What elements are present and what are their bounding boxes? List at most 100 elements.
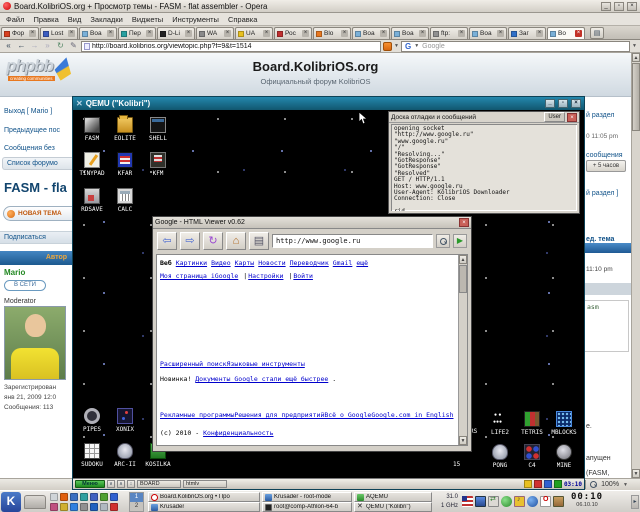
- debug-board-close-icon[interactable]: [567, 112, 577, 122]
- kolibri-minimize-all-icon[interactable]: ∨: [107, 480, 115, 488]
- desktop-icon-mine[interactable]: MINE: [546, 444, 582, 469]
- quick-launch-icon[interactable]: [70, 493, 78, 501]
- viewer-go-button[interactable]: [453, 234, 467, 248]
- kolibri-task-button[interactable]: htmlv: [183, 480, 227, 488]
- task-button[interactable]: AQEMU: [354, 492, 432, 502]
- kolibri-restore-all-icon[interactable]: ∧: [117, 480, 125, 488]
- footer-links[interactable]: Рекламные программыРешения для предприят…: [160, 411, 454, 419]
- task-button[interactable]: Board.KolibriOS.org • Про: [148, 492, 260, 502]
- opera-tray-icon[interactable]: [540, 496, 551, 507]
- kolibri-tray-icon-3[interactable]: [543, 480, 552, 488]
- address-bar[interactable]: http://board.kolibrios.org/viewtopic.php…: [81, 40, 381, 52]
- quick-launch-icon[interactable]: [50, 503, 58, 511]
- back-button[interactable]: [16, 41, 27, 52]
- menu-item[interactable]: Виджеты: [132, 15, 163, 24]
- address-dropdown-icon[interactable]: ▼: [394, 43, 399, 49]
- html-viewer-close-icon[interactable]: [459, 218, 469, 227]
- username-link[interactable]: Mario: [4, 268, 25, 277]
- desktop-icon-pipes[interactable]: PIPES: [74, 408, 110, 433]
- debug-board-user-button[interactable]: User: [544, 112, 565, 122]
- kolibri-tray-icon-2[interactable]: [533, 480, 542, 488]
- google-nav-link[interactable]: Карты: [235, 259, 255, 267]
- quick-launch-icon[interactable]: [90, 503, 98, 511]
- section-link-2[interactable]: й раздел ]: [586, 190, 618, 197]
- desktop-icon-pong[interactable]: PONG: [482, 444, 518, 469]
- google-nav-link[interactable]: Переводчик: [290, 259, 329, 267]
- google-account-link[interactable]: Моя страница iGoogle: [160, 272, 238, 280]
- quick-launch-icon[interactable]: [70, 503, 78, 511]
- keyboard-layout-icon[interactable]: [462, 496, 473, 507]
- pager-desktop-2[interactable]: 2: [130, 502, 143, 511]
- tab-close-icon[interactable]: [497, 30, 504, 37]
- desktop-icon-sudoku[interactable]: SUDOKU: [74, 443, 110, 468]
- google-account-link[interactable]: Войти: [293, 272, 313, 280]
- page-scrollbar[interactable]: [631, 53, 640, 478]
- unread-messages-link[interactable]: Сообщения без: [4, 145, 55, 152]
- task-button[interactable]: root@comp-Athlon-64-b: [262, 502, 352, 512]
- qemu-minimize-icon[interactable]: _: [545, 99, 555, 108]
- desktop-icon-eolite[interactable]: EOLITE: [107, 115, 143, 142]
- google-nav-link[interactable]: Картинки: [176, 259, 207, 267]
- maximize-icon[interactable]: ▫: [614, 1, 624, 11]
- new-topic-button[interactable]: НОВАЯ ТЕМА: [3, 206, 72, 221]
- browser-tab[interactable]: UA: [235, 27, 273, 39]
- desktop-icon-rdsave[interactable]: RDSAVE: [74, 188, 110, 213]
- quick-launch-icon[interactable]: [100, 493, 108, 501]
- viewer-home-button[interactable]: [226, 232, 246, 250]
- browser-tab[interactable]: Bo: [547, 27, 585, 39]
- logout-link[interactable]: Выход [ Mario ]: [4, 108, 52, 115]
- forward-button[interactable]: [29, 41, 40, 52]
- kolibri-desktop[interactable]: RS 15 Доска отладки и сообщений User ope…: [73, 110, 584, 489]
- quick-launch-icon[interactable]: [110, 503, 118, 511]
- debug-board-window[interactable]: Доска отладки и сообщений User opening s…: [388, 111, 580, 214]
- quick-launch-icon[interactable]: [110, 493, 118, 501]
- scroll-up-icon[interactable]: [632, 53, 640, 62]
- google-nav-link[interactable]: Gmail: [333, 259, 353, 267]
- browser-tab[interactable]: Пер: [118, 27, 156, 39]
- tab-close-icon[interactable]: [263, 30, 270, 37]
- browser-tab[interactable]: Boa: [352, 27, 390, 39]
- browser-tab[interactable]: WA: [196, 27, 234, 39]
- desktop-icon-life2[interactable]: LIFE2: [482, 411, 518, 436]
- browser-tab[interactable]: D-Li: [157, 27, 195, 39]
- quick-launch-icon[interactable]: [80, 503, 88, 511]
- globe-tray-icon[interactable]: [527, 496, 538, 507]
- task-button[interactable]: Krusader - root-mode: [262, 492, 352, 502]
- search-engine-dropdown-icon[interactable]: ▼: [414, 43, 419, 49]
- quick-launch-icon[interactable]: [90, 493, 98, 501]
- kolibri-task-button[interactable]: BOARD: [137, 480, 181, 488]
- phpbb-logo[interactable]: phpbb creating communities: [6, 56, 72, 94]
- desktop-icon-arc-ii[interactable]: ARC-II: [107, 443, 143, 468]
- debug-board-titlebar[interactable]: Доска отладки и сообщений User: [389, 112, 579, 123]
- viewer-search-button[interactable]: [436, 234, 450, 248]
- opera-titlebar[interactable]: Board.KolibriOS.org + Просмотр темы - FA…: [0, 0, 640, 13]
- tab-close-icon[interactable]: [341, 30, 348, 37]
- google-nav-link[interactable]: ещё: [356, 259, 368, 267]
- google-nav-link[interactable]: Видео: [211, 259, 231, 267]
- breadcrumb[interactable]: Список форумо: [2, 157, 72, 170]
- desktop-icon-fasm[interactable]: FASM: [74, 117, 110, 142]
- tab-close-icon[interactable]: [302, 30, 309, 37]
- menu-item[interactable]: Правка: [33, 15, 58, 24]
- tab-close-icon[interactable]: [146, 30, 153, 37]
- desktop-icon-kfm[interactable]: KFM: [140, 152, 176, 177]
- desktop-icon-tinypad[interactable]: TINYPAD: [74, 152, 110, 177]
- volume-icon[interactable]: [514, 496, 525, 507]
- viewer-scrollbar[interactable]: [458, 255, 467, 445]
- menu-item[interactable]: Файл: [6, 15, 24, 24]
- html-viewer-window[interactable]: Google - HTML Viewer v0.62 http://www.go…: [152, 216, 472, 452]
- reload-button[interactable]: [55, 41, 66, 52]
- kolibri-switch-icon[interactable]: ↕: [127, 480, 135, 488]
- desktop-icon-calc[interactable]: CALC: [107, 188, 143, 213]
- rewind-button[interactable]: [3, 41, 14, 52]
- k-menu-button[interactable]: [1, 492, 21, 512]
- qemu-titlebar[interactable]: ✕ QEMU ("Kolibri") _ ▫ ×: [73, 97, 584, 110]
- quick-launch-icon[interactable]: [60, 503, 68, 511]
- search-dropdown-icon[interactable]: ▼: [632, 43, 637, 49]
- menu-item[interactable]: Инструменты: [172, 15, 219, 24]
- desktop-icon-tetris[interactable]: TETRIS: [514, 411, 550, 436]
- panel-hide-icon[interactable]: [631, 495, 639, 509]
- menu-item[interactable]: Справка: [228, 15, 257, 24]
- browser-tab[interactable]: Boa: [391, 27, 429, 39]
- clipboard-tray-icon[interactable]: [553, 496, 564, 507]
